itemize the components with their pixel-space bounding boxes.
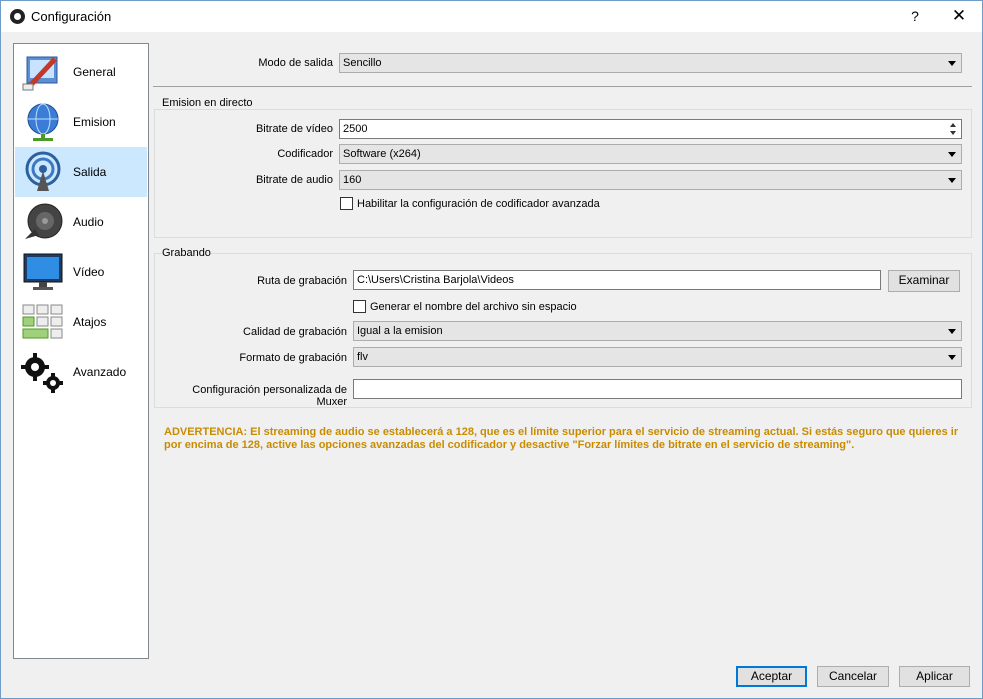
broadcast-icon [25,151,61,191]
divider [153,86,972,87]
recording-format-select[interactable]: flv [353,347,962,367]
sidebar-item-label: Atajos [73,315,107,329]
globe-icon [27,103,59,141]
nospace-filename-label: Generar el nombre del archivo sin espaci… [370,301,577,313]
sidebar-item-label: Emision [73,115,116,129]
recording-group-title: Grabando [162,247,211,259]
sidebar-item-label: Vídeo [73,265,105,279]
chevron-down-icon [948,178,956,183]
general-icon [22,56,58,91]
sidebar-item-label: Salida [73,165,107,179]
nospace-filename-checkbox[interactable] [353,300,366,313]
recording-format-value: flv [357,351,368,363]
output-mode-select[interactable]: Sencillo [339,53,962,73]
video-bitrate-spinbox[interactable]: 2500 [339,119,962,139]
close-button[interactable]: ✕ [947,5,971,27]
encoder-value: Software (x264) [343,148,421,160]
recording-path-value: C:\Users\Cristina Barjola\Videos [357,274,514,286]
title-bar: Configuración ? ✕ [1,1,982,32]
advanced-encoder-checkbox[interactable] [340,197,353,210]
window-title: Configuración [31,9,112,24]
muxer-settings-input[interactable] [353,379,962,399]
keyboard-icon [22,304,63,339]
recording-path-input[interactable]: C:\Users\Cristina Barjola\Videos [353,270,881,290]
gears-icon [21,353,63,393]
audio-bitrate-select[interactable]: 160 [339,170,962,190]
sidebar-item-general[interactable]: General [15,47,147,97]
spin-arrows-icon[interactable] [947,121,960,137]
apply-button[interactable]: Aplicar [899,666,970,687]
chevron-down-icon [948,355,956,360]
sidebar-item-salida[interactable]: Salida [15,147,147,197]
audio-bitrate-label: Bitrate de audio [255,174,333,186]
recording-path-label: Ruta de grabación [257,275,347,287]
sidebar-item-emision[interactable]: Emision [15,97,147,147]
audio-bitrate-value: 160 [343,174,362,186]
monitor-icon [23,253,63,290]
video-bitrate-label: Bitrate de vídeo [255,123,333,135]
sidebar-item-avanzado[interactable]: Avanzado [15,347,147,397]
obs-logo-icon [10,9,25,24]
recording-quality-value: Igual a la emision [357,325,443,337]
sidebar-item-label: General [73,65,116,79]
muxer-settings-label: Configuración personalizada de Muxer [192,384,347,408]
accept-button[interactable]: Aceptar [736,666,807,687]
encoder-label: Codificador [277,148,333,160]
advanced-encoder-label: Habilitar la configuración de codificado… [357,198,600,210]
output-mode-value: Sencillo [343,57,382,69]
video-bitrate-value: 2500 [343,123,368,135]
sidebar-item-label: Avanzado [73,365,127,379]
sidebar-item-video[interactable]: Vídeo [15,247,147,297]
recording-quality-select[interactable]: Igual a la emision [353,321,962,341]
sidebar-item-audio[interactable]: Audio [15,197,147,247]
settings-sidebar: General Emision Salida Audio Vídeo Atajo… [13,43,149,659]
recording-quality-label: Calidad de grabación [243,326,347,338]
recording-format-label: Formato de grabación [239,352,347,364]
encoder-select[interactable]: Software (x264) [339,144,962,164]
streaming-group-title: Emision en directo [162,97,253,109]
settings-window: Configuración ? ✕ General Emision Salida… [0,0,983,699]
help-button[interactable]: ? [905,6,925,26]
chevron-down-icon [948,152,956,157]
chevron-down-icon [948,329,956,334]
sidebar-item-label: Audio [73,215,104,229]
bitrate-warning: ADVERTENCIA: El streaming de audio se es… [164,426,959,451]
cancel-button[interactable]: Cancelar [817,666,889,687]
chevron-down-icon [948,61,956,66]
output-mode-label: Modo de salida [258,57,333,69]
speaker-icon [25,203,63,239]
sidebar-item-atajos[interactable]: Atajos [15,297,147,347]
browse-button[interactable]: Examinar [888,270,960,292]
